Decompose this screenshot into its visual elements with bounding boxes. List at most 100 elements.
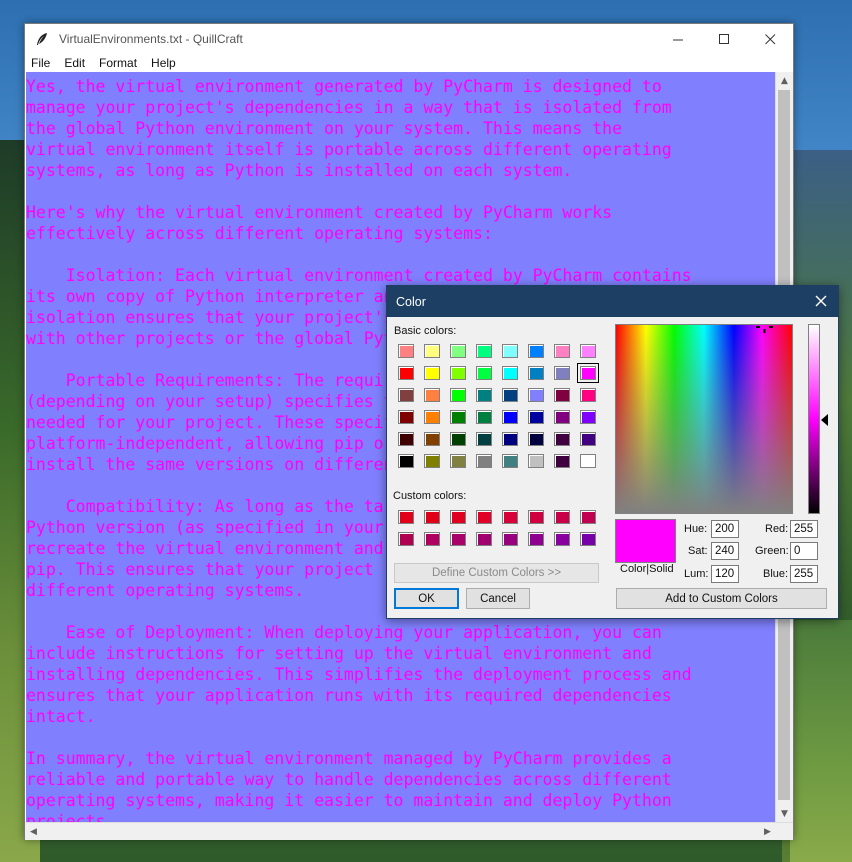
basic-color-swatch[interactable] (398, 388, 414, 402)
basic-color-swatch[interactable] (554, 344, 570, 358)
basic-color-swatch[interactable] (580, 454, 596, 468)
basic-color-swatch[interactable] (554, 432, 570, 446)
custom-color-swatch[interactable] (398, 532, 414, 546)
basic-color-swatch[interactable] (554, 410, 570, 424)
basic-color-swatch[interactable] (450, 344, 466, 358)
horizontal-scroll-thumb[interactable] (43, 826, 757, 837)
maximize-button[interactable] (701, 24, 747, 54)
lum-field[interactable]: 120 (711, 565, 739, 583)
basic-color-swatch[interactable] (450, 366, 466, 380)
basic-color-swatch[interactable] (424, 388, 440, 402)
custom-color-swatch[interactable] (580, 532, 596, 546)
basic-color-swatch[interactable] (577, 363, 599, 383)
basic-color-swatch[interactable] (398, 344, 414, 358)
basic-color-swatch[interactable] (528, 388, 544, 402)
basic-color-swatch[interactable] (398, 366, 414, 380)
basic-color-swatch[interactable] (528, 344, 544, 358)
horizontal-scrollbar[interactable]: ◀ ▶ (25, 822, 793, 840)
add-to-custom-colors-button[interactable]: Add to Custom Colors (616, 588, 827, 609)
custom-color-swatch[interactable] (424, 532, 440, 546)
basic-color-swatch[interactable] (476, 344, 492, 358)
custom-color-swatch[interactable] (398, 510, 414, 524)
basic-color-swatch[interactable] (502, 410, 518, 424)
close-button[interactable] (747, 24, 793, 54)
basic-color-swatch[interactable] (424, 366, 440, 380)
menu-edit[interactable]: Edit (57, 56, 92, 70)
basic-color-swatch[interactable] (528, 366, 544, 380)
basic-color-swatch[interactable] (424, 454, 440, 468)
basic-color-swatch[interactable] (580, 344, 596, 358)
basic-color-swatch[interactable] (476, 388, 492, 402)
basic-color-swatch[interactable] (580, 388, 596, 402)
dialog-close-icon[interactable] (810, 290, 832, 312)
custom-color-swatch[interactable] (450, 510, 466, 524)
basic-color-swatch[interactable] (502, 366, 518, 380)
basic-color-swatch[interactable] (476, 410, 492, 424)
luminance-slider[interactable] (808, 324, 820, 514)
menu-format[interactable]: Format (92, 56, 144, 70)
custom-color-swatch[interactable] (528, 532, 544, 546)
custom-color-swatch[interactable] (554, 510, 570, 524)
basic-color-swatch[interactable] (398, 432, 414, 446)
editor-line: Ease of Deployment: When deploying your … (26, 623, 662, 642)
editor-line: projects. (26, 812, 116, 822)
scroll-left-arrow-icon[interactable]: ◀ (25, 823, 42, 840)
menu-file[interactable]: File (25, 56, 57, 70)
custom-color-swatch[interactable] (502, 510, 518, 524)
color-preview (615, 519, 676, 563)
editor-line: intact. (26, 707, 96, 726)
basic-color-swatch[interactable] (502, 344, 518, 358)
custom-color-swatch[interactable] (476, 510, 492, 524)
basic-color-swatch[interactable] (528, 454, 544, 468)
color-solid-label: Color|Solid (620, 563, 674, 575)
custom-color-swatch[interactable] (424, 510, 440, 524)
basic-color-swatch[interactable] (476, 432, 492, 446)
basic-color-swatch[interactable] (398, 410, 414, 424)
custom-color-swatch[interactable] (580, 510, 596, 524)
color-spectrum[interactable] (615, 324, 793, 514)
title-bar[interactable]: VirtualEnvironments.txt - QuillCraft (25, 24, 793, 54)
basic-color-swatch[interactable] (424, 410, 440, 424)
basic-color-swatch[interactable] (450, 432, 466, 446)
basic-color-swatch[interactable] (502, 388, 518, 402)
scroll-down-arrow-icon[interactable]: ▼ (776, 805, 793, 822)
basic-color-swatch[interactable] (528, 432, 544, 446)
cancel-button[interactable]: Cancel (466, 588, 530, 609)
basic-color-swatch[interactable] (476, 366, 492, 380)
custom-color-swatch[interactable] (476, 532, 492, 546)
scroll-right-arrow-icon[interactable]: ▶ (759, 823, 776, 840)
red-field[interactable]: 255 (790, 520, 818, 538)
editor-line: the global Python environment on your sy… (26, 119, 623, 138)
basic-color-swatch[interactable] (580, 410, 596, 424)
basic-color-swatch[interactable] (528, 410, 544, 424)
custom-color-swatch[interactable] (502, 532, 518, 546)
basic-color-swatch[interactable] (450, 454, 466, 468)
custom-color-swatch[interactable] (554, 532, 570, 546)
luminance-arrow-icon[interactable] (821, 414, 828, 426)
hue-field[interactable]: 200 (711, 520, 739, 538)
sat-field[interactable]: 240 (711, 542, 739, 560)
dialog-title-bar[interactable]: Color (387, 286, 838, 317)
blue-field[interactable]: 255 (790, 565, 818, 583)
blue-label: Blue: (763, 568, 789, 580)
minimize-button[interactable] (655, 24, 701, 54)
menu-help[interactable]: Help (144, 56, 183, 70)
basic-color-swatch[interactable] (554, 366, 570, 380)
basic-color-swatch[interactable] (502, 454, 518, 468)
basic-color-swatch[interactable] (502, 432, 518, 446)
custom-color-swatch[interactable] (528, 510, 544, 524)
scroll-up-arrow-icon[interactable]: ▲ (776, 72, 793, 89)
basic-color-swatch[interactable] (554, 388, 570, 402)
basic-color-swatch[interactable] (424, 432, 440, 446)
basic-colors-label: Basic colors: (394, 325, 457, 337)
basic-color-swatch[interactable] (476, 454, 492, 468)
basic-color-swatch[interactable] (398, 454, 414, 468)
basic-color-swatch[interactable] (424, 344, 440, 358)
basic-color-swatch[interactable] (450, 410, 466, 424)
basic-color-swatch[interactable] (554, 454, 570, 468)
custom-color-swatch[interactable] (450, 532, 466, 546)
green-field[interactable]: 0 (790, 542, 818, 560)
ok-button[interactable]: OK (394, 588, 459, 609)
basic-color-swatch[interactable] (450, 388, 466, 402)
basic-color-swatch[interactable] (580, 432, 596, 446)
